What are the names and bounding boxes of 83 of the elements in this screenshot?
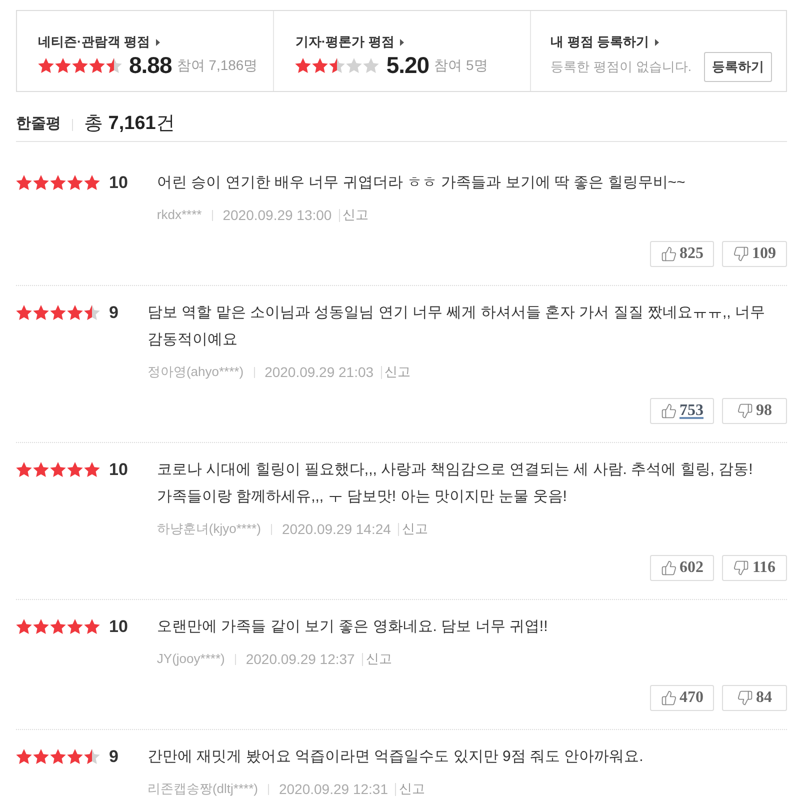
half-star-icon — [84, 749, 100, 764]
review-score: 9 — [109, 304, 118, 321]
star-icon — [50, 749, 66, 764]
caret-right-icon — [654, 38, 659, 46]
review-score: 9 — [109, 748, 118, 765]
review-date: 2020.09.29 13:00 — [222, 206, 332, 224]
star-icon — [84, 462, 100, 477]
half-star-icon — [329, 58, 346, 72]
star-icon — [50, 619, 66, 634]
star-icon — [16, 749, 32, 764]
star-icon — [33, 305, 49, 320]
half-star-icon — [84, 305, 100, 320]
dislike-button[interactable]: 109 — [722, 241, 787, 267]
star-icon — [50, 175, 66, 190]
star-icon — [16, 175, 32, 190]
review-author: rkdx**** — [156, 206, 202, 224]
star-icon — [84, 175, 100, 190]
caret-right-icon — [156, 38, 160, 46]
no-rating-message: 등록한 평점이 없습니다. — [550, 58, 692, 76]
review-total-count: 총 7,161건 — [84, 112, 175, 136]
star-icon — [16, 305, 32, 320]
review-author: 정아영(ahyo****) — [147, 363, 244, 382]
star-icon — [89, 58, 105, 72]
star-icon — [67, 305, 83, 320]
review-author: 하냥훈녀(kjyo****) — [156, 520, 261, 538]
star-icon — [84, 619, 100, 634]
star-icon — [33, 175, 49, 190]
review-text: 오랜만에 가족들 같이 보기 좋은 영화네요. 담보 너무 귀엽!! — [156, 617, 549, 637]
review-date: 2020.09.29 14:24 — [282, 520, 391, 538]
review-date: 2020.09.29 21:03 — [264, 362, 374, 382]
star-icon — [16, 619, 32, 634]
review-text: 어린 승이 연기한 배우 너무 귀엽더라 ㅎㅎ 가족들과 보기에 딱 좋은 힐링무비~~ — [156, 173, 686, 193]
star-icon — [67, 462, 83, 477]
like-button[interactable]: 470 — [650, 685, 714, 711]
star-icon — [33, 462, 49, 477]
rating-category-link[interactable]: 네티즌·관람객 평점 — [38, 33, 160, 51]
star-icon — [67, 619, 83, 634]
review-date: 2020.09.29 12:31 — [278, 780, 388, 798]
star-icon — [72, 58, 88, 72]
register-button[interactable]: 등록하기 — [704, 52, 772, 82]
average-score: 5.20 — [386, 54, 430, 76]
thumbs-down-icon — [737, 690, 753, 706]
rating-category-link[interactable]: 기자·평론가 평점 — [295, 33, 404, 51]
average-score: 8.88 — [129, 54, 172, 76]
star-icon — [33, 749, 49, 764]
like-button[interactable]: 825 — [650, 241, 714, 267]
review-text: 담보 역할 맡은 소이님과 성동일님 연기 너무 쎄게 하셔서들 혼자 가서 질질 짰네요ㅠㅠ,, 너무 감동적이예요 — [147, 303, 766, 350]
dislike-button[interactable]: 84 — [722, 685, 787, 711]
thumbs-down-icon — [733, 560, 750, 576]
participant-count: 참여 7,186명 — [176, 58, 258, 72]
review-score: 10 — [109, 618, 128, 635]
thumbs-up-icon — [660, 690, 676, 706]
review-score: 10 — [109, 174, 128, 191]
star-icon — [55, 58, 71, 72]
thumbs-up-icon — [660, 403, 676, 419]
thumbs-down-icon — [737, 403, 753, 419]
star-icon — [16, 462, 32, 477]
star-icon — [312, 58, 328, 72]
star-icon — [38, 58, 54, 72]
review-author: 리존캡송짱(dltj****) — [147, 780, 258, 798]
review-date: 2020.09.29 12:37 — [246, 650, 355, 668]
dislike-button[interactable]: 116 — [722, 555, 787, 581]
thumbs-down-icon — [733, 246, 749, 262]
dislike-button[interactable]: 98 — [722, 398, 787, 424]
like-button[interactable]: 602 — [650, 555, 714, 581]
review-text: 간만에 재밋게 봤어요 억즙이라면 억즙일수도 있지만 9점 줘도 안아까워요. — [147, 747, 644, 767]
register-rating-link[interactable]: 내 평점 등록하기 — [550, 33, 659, 51]
review-score: 10 — [109, 461, 128, 478]
star-icon — [67, 175, 83, 190]
star-icon — [33, 619, 49, 634]
star-icon — [295, 58, 312, 72]
thumbs-up-icon — [660, 560, 676, 576]
half-star-icon — [106, 58, 122, 72]
caret-right-icon — [400, 38, 404, 46]
star-icon — [50, 305, 66, 320]
review-author: JY(jooy****) — [156, 650, 225, 668]
participant-count: 참여 5명 — [434, 58, 488, 72]
like-button[interactable]: 753 — [650, 398, 714, 424]
review-text: 코로나 시대에 힐링이 필요했다,,, 사랑과 책임감으로 연결되는 세 사람. 추석에 힐링, 감동! 가족들이랑 함께하세유,,, ㅜ 담보맛! 아는 맛이지만 눈물 웃음! — [156, 460, 754, 507]
section-title: 한줄평 — [16, 114, 61, 134]
star-icon — [67, 749, 83, 764]
thumbs-up-icon — [660, 246, 676, 262]
star-icon — [50, 462, 66, 477]
